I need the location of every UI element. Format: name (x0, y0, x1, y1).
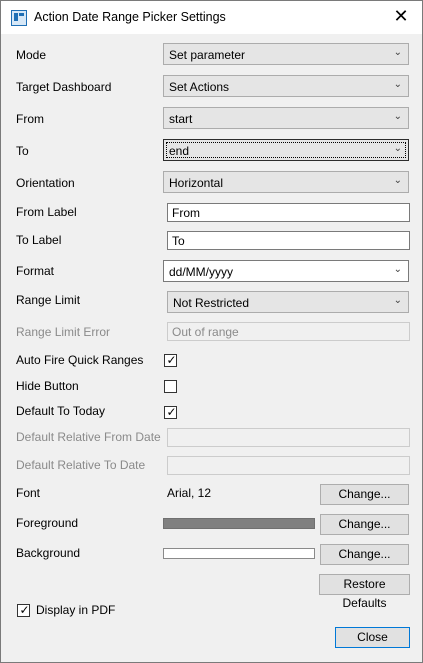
range-limit-value: Not Restricted (173, 296, 250, 310)
format-combo[interactable]: dd/MM/yyyy ⌄ (163, 260, 409, 282)
orientation-label: Orientation (16, 176, 75, 190)
hide-button-checkbox[interactable] (164, 380, 177, 393)
mode-value: Set parameter (169, 48, 246, 62)
display-pdf-label: Display in PDF (36, 603, 116, 617)
default-rel-to-input (167, 456, 410, 475)
default-today-checkbox[interactable]: ✓ (164, 405, 177, 419)
title-bar: Action Date Range Picker Settings ✕ (1, 1, 422, 34)
dialog-window: Action Date Range Picker Settings ✕ Mode… (0, 0, 423, 663)
default-rel-from-input (167, 428, 410, 447)
font-change-button[interactable]: Change... (320, 484, 409, 505)
to-label-label: To Label (16, 233, 62, 247)
background-color-swatch (163, 548, 315, 559)
auto-fire-label: Auto Fire Quick Ranges (16, 353, 144, 367)
hide-button-label: Hide Button (16, 379, 79, 393)
checkmark-icon: ✓ (19, 603, 30, 617)
chevron-down-icon: ⌄ (393, 79, 402, 90)
window-title: Action Date Range Picker Settings (34, 10, 226, 24)
to-select[interactable]: end ⌄ (163, 139, 409, 161)
default-rel-from-label: Default Relative From Date (16, 430, 161, 444)
dialog-body: Mode Set parameter ⌄ Target Dashboard Se… (1, 34, 422, 662)
target-dashboard-label: Target Dashboard (16, 80, 112, 94)
restore-defaults-button[interactable]: Restore Defaults (319, 574, 410, 610)
font-label: Font (16, 486, 41, 500)
orientation-value: Horizontal (169, 176, 224, 190)
close-button[interactable]: Close (335, 627, 410, 648)
close-window-icon[interactable]: ✕ (390, 5, 412, 27)
default-today-label: Default To Today (16, 404, 105, 418)
from-value: start (169, 112, 193, 126)
checkmark-icon: ✓ (166, 353, 177, 367)
focus-rect (166, 142, 406, 158)
to-label-input-value: To (172, 234, 185, 248)
background-label: Background (16, 546, 81, 560)
target-dashboard-value: Set Actions (169, 80, 230, 94)
format-label: Format (16, 264, 55, 278)
mode-select[interactable]: Set parameter ⌄ (163, 43, 409, 65)
from-label: From (16, 112, 44, 126)
chevron-down-icon: ⌄ (393, 47, 402, 58)
chevron-down-icon: ⌄ (393, 264, 402, 275)
range-limit-label: Range Limit (16, 293, 81, 307)
from-select[interactable]: start ⌄ (163, 107, 409, 129)
range-limit-select[interactable]: Not Restricted ⌄ (167, 291, 409, 313)
mode-label: Mode (16, 48, 47, 62)
to-value: end (169, 144, 190, 158)
format-value: dd/MM/yyyy (169, 265, 234, 279)
from-label-input[interactable]: From (167, 203, 410, 222)
foreground-label: Foreground (16, 516, 79, 530)
from-label-label: From Label (16, 205, 77, 219)
default-rel-to-label: Default Relative To Date (16, 458, 146, 472)
chevron-down-icon: ⌄ (393, 295, 402, 306)
foreground-color-swatch (163, 518, 315, 529)
auto-fire-checkbox[interactable]: ✓ (164, 353, 177, 367)
range-limit-error-label: Range Limit Error (16, 325, 111, 339)
to-label-input[interactable]: To (167, 231, 410, 250)
from-label-input-value: From (172, 206, 200, 220)
orientation-select[interactable]: Horizontal ⌄ (163, 171, 409, 193)
target-dashboard-select[interactable]: Set Actions ⌄ (163, 75, 409, 97)
background-change-button[interactable]: Change... (320, 544, 409, 565)
chevron-down-icon: ⌄ (393, 175, 402, 186)
display-pdf-checkbox[interactable]: ✓ (17, 603, 30, 617)
foreground-change-button[interactable]: Change... (320, 514, 409, 535)
chevron-down-icon: ⌄ (393, 143, 402, 154)
to-label: To (16, 144, 29, 158)
app-icon (11, 10, 27, 26)
range-limit-error-input: Out of range (167, 322, 410, 341)
chevron-down-icon: ⌄ (393, 111, 402, 122)
range-limit-error-value: Out of range (172, 325, 239, 339)
checkmark-icon: ✓ (166, 405, 177, 419)
font-value: Arial, 12 (167, 486, 212, 500)
